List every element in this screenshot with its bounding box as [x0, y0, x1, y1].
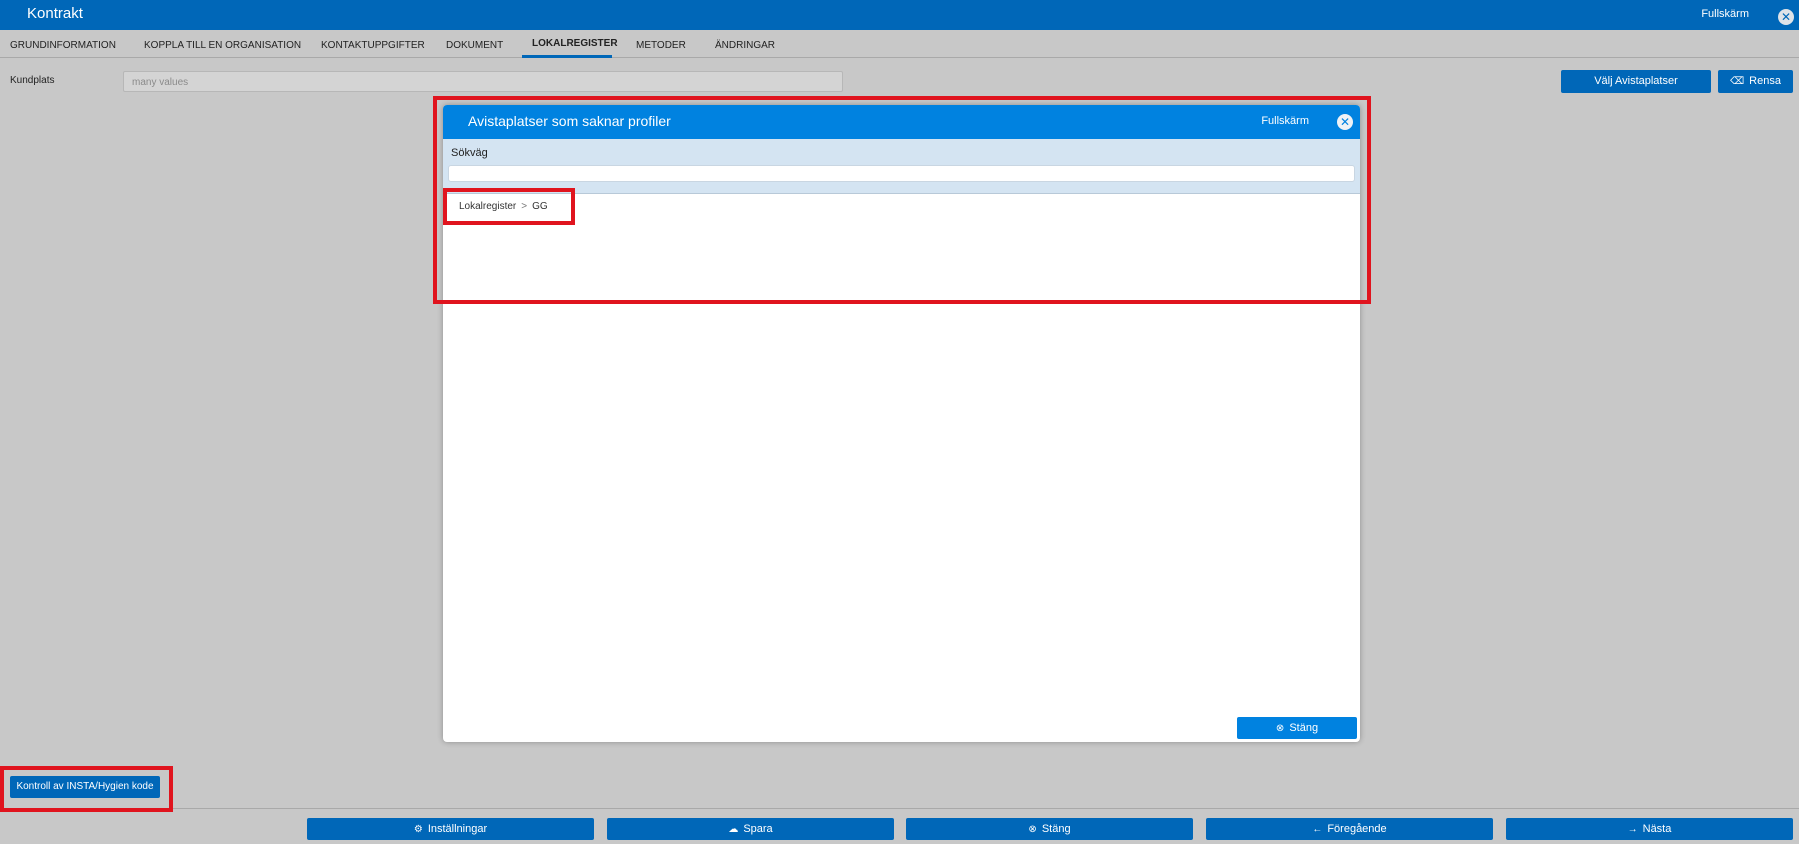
tab-grundinformation[interactable]: GRUNDINFORMATION: [10, 40, 116, 51]
active-tab-indicator: [522, 55, 612, 58]
avistaplatser-modal: Avistaplatser som saknar profiler Fullsk…: [443, 105, 1360, 742]
breadcrumb-separator-icon: >: [521, 201, 528, 212]
kundplats-label: Kundplats: [10, 75, 55, 86]
eraser-icon: ⌫: [1730, 76, 1745, 87]
tab-lokalregister[interactable]: LOKALREGISTER: [532, 38, 618, 49]
foregaende-button[interactable]: ← Föregående: [1206, 818, 1493, 840]
modal-header: Avistaplatser som saknar profiler Fullsk…: [443, 105, 1360, 139]
close-icon[interactable]: ✕: [1778, 9, 1794, 25]
bottom-action-bar: ⚙ Inställningar ☁ Spara ⊗ Stäng ← Föregående…: [0, 808, 1799, 844]
breadcrumb-item-lokalregister[interactable]: Lokalregister: [459, 201, 516, 212]
search-area: Sökväg: [443, 139, 1360, 194]
sokvag-input[interactable]: [448, 165, 1355, 182]
breadcrumb: Lokalregister > GG: [459, 201, 548, 212]
modal-title: Avistaplatser som saknar profiler: [468, 113, 671, 129]
tab-koppla-till-organisation[interactable]: KOPPLA TILL EN ORGANISATION: [144, 40, 301, 51]
gear-icon: ⚙: [413, 824, 423, 835]
modal-stang-button[interactable]: ⊗ Stäng: [1237, 717, 1357, 739]
tab-andringar[interactable]: ÄNDRINGAR: [715, 40, 775, 51]
circle-x-icon: ⊗: [1028, 824, 1037, 835]
spara-button[interactable]: ☁ Spara: [607, 818, 894, 840]
arrow-left-icon: ←: [1312, 824, 1323, 835]
fullscreen-link[interactable]: Fullskärm: [1701, 8, 1749, 20]
window-titlebar: Kontrakt Fullskärm ✕: [0, 0, 1799, 30]
kontroll-insta-button[interactable]: Kontroll av INSTA/Hygien kode: [10, 776, 160, 798]
installningar-button[interactable]: ⚙ Inställningar: [307, 818, 594, 840]
nasta-button[interactable]: → Nästa: [1506, 818, 1793, 840]
arrow-right-icon: →: [1627, 824, 1638, 835]
rensa-label: Rensa: [1749, 75, 1781, 87]
foregaende-label: Föregående: [1327, 823, 1387, 835]
installningar-label: Inställningar: [427, 823, 488, 835]
tab-kontaktuppgifter[interactable]: KONTAKTUPPGIFTER: [321, 40, 425, 51]
window-title: Kontrakt: [27, 5, 83, 22]
tab-dokument[interactable]: DOKUMENT: [446, 40, 503, 51]
sokvag-label: Sökväg: [451, 147, 488, 159]
cloud-upload-icon: ☁: [728, 824, 739, 835]
stang-button[interactable]: ⊗ Stäng: [906, 818, 1193, 840]
circle-x-icon: ⊗: [1275, 723, 1285, 734]
modal-close-icon[interactable]: ✕: [1337, 114, 1353, 130]
tab-metoder[interactable]: METODER: [636, 40, 686, 51]
nasta-label: Nästa: [1642, 823, 1672, 835]
kundplats-input[interactable]: many values: [123, 71, 843, 92]
tab-bar: GRUNDINFORMATION KOPPLA TILL EN ORGANISA…: [0, 30, 1799, 58]
valj-avistaplatser-button[interactable]: Välj Avistaplatser: [1561, 70, 1711, 93]
rensa-button[interactable]: ⌫ Rensa: [1718, 70, 1793, 93]
modal-fullscreen-link[interactable]: Fullskärm: [1261, 115, 1309, 127]
stang-label: Stäng: [1041, 823, 1071, 835]
spara-label: Spara: [743, 823, 773, 835]
breadcrumb-item-current[interactable]: GG: [532, 201, 548, 212]
modal-stang-label: Stäng: [1289, 722, 1319, 734]
